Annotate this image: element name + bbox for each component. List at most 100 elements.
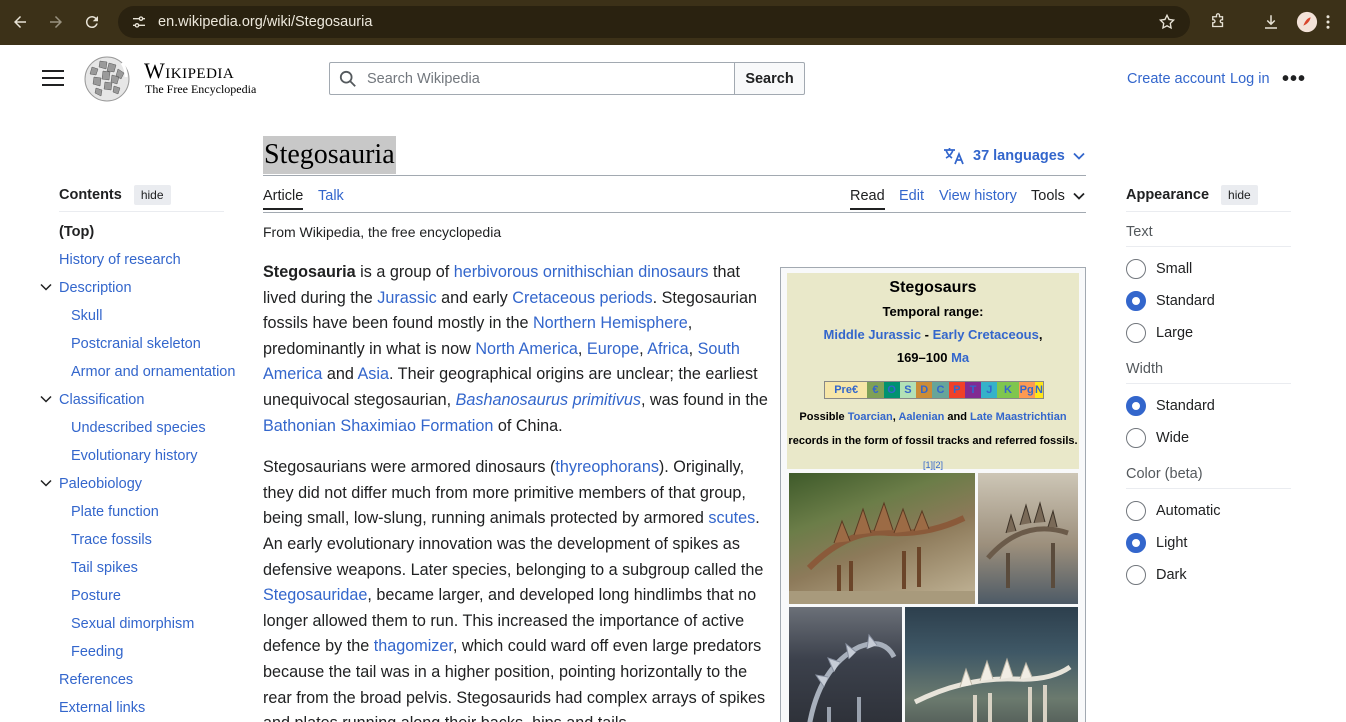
tab-read[interactable]: Read: [850, 188, 885, 210]
text-small-radio[interactable]: Small: [1126, 259, 1192, 279]
infobox-title: Stegosaurs: [889, 279, 977, 296]
toc-item-top[interactable]: (Top): [59, 224, 94, 240]
link-northern-hemisphere[interactable]: Northern Hemisphere: [533, 314, 688, 332]
address-bar[interactable]: en.wikipedia.org/wiki/Stegosauria: [118, 6, 1190, 38]
toc-item-history-of-research[interactable]: History of research: [59, 252, 181, 268]
link-early-cretaceous[interactable]: Early Cretaceous: [933, 327, 1039, 342]
toc-item-paleobiology[interactable]: Paleobiology: [59, 476, 142, 492]
create-account-link[interactable]: Create account: [1127, 71, 1225, 87]
color-automatic-radio[interactable]: Automatic: [1126, 501, 1220, 521]
toc-item-feeding[interactable]: Feeding: [71, 644, 123, 660]
link-north-america[interactable]: North America: [475, 340, 578, 358]
reference-links[interactable]: [1][2]: [923, 460, 943, 470]
timeline-devonian[interactable]: D: [916, 382, 933, 398]
tab-article[interactable]: Article: [263, 188, 304, 210]
link-late-maastrichtian[interactable]: Late Maastrichtian: [970, 411, 1067, 423]
log-in-link[interactable]: Log in: [1230, 71, 1270, 87]
link-thyreophorans[interactable]: thyreophorans: [555, 458, 659, 476]
chevron-down-icon[interactable]: [40, 281, 52, 293]
toc-hide-button[interactable]: hide: [133, 184, 171, 205]
timeline-carboniferous[interactable]: C: [932, 382, 949, 398]
fossil-skeleton-photo[interactable]: [789, 607, 902, 722]
link-scutes[interactable]: scutes: [708, 509, 755, 527]
toc-item-undescribed-species[interactable]: Undescribed species: [71, 420, 206, 436]
width-standard-radio[interactable]: Standard: [1126, 396, 1215, 416]
forward-icon[interactable]: [38, 4, 74, 40]
fossil-skeleton-photo[interactable]: [905, 607, 1078, 722]
link-jurassic[interactable]: Jurassic: [377, 289, 436, 307]
toc-item-armor-and-ornamentation[interactable]: Armor and ornamentation: [71, 364, 235, 380]
toc-item-references[interactable]: References: [59, 672, 133, 688]
extensions-icon[interactable]: [1202, 6, 1234, 38]
fossil-skeleton-photo[interactable]: [978, 473, 1078, 604]
link-ma[interactable]: Ma: [951, 350, 969, 365]
toc-item-evolutionary-history[interactable]: Evolutionary history: [71, 448, 198, 464]
timeline-silurian[interactable]: S: [899, 382, 917, 398]
text-standard-radio[interactable]: Standard: [1126, 291, 1215, 311]
tab-talk[interactable]: Talk: [318, 188, 344, 204]
main-menu-icon[interactable]: [42, 70, 64, 88]
title-divider: [263, 175, 1086, 176]
appearance-hide-button[interactable]: hide: [1221, 184, 1258, 205]
tab-view-history[interactable]: View history: [939, 188, 1017, 204]
link-middle-jurassic[interactable]: Middle Jurassic: [824, 327, 922, 342]
color-light-radio[interactable]: Light: [1126, 533, 1187, 553]
timeline-permian[interactable]: P: [948, 382, 965, 398]
browser-menu-icon[interactable]: [1318, 6, 1338, 38]
toc-item-skull[interactable]: Skull: [71, 308, 102, 324]
timeline-jurassic[interactable]: J: [981, 382, 998, 398]
toc-item-tail-spikes[interactable]: Tail spikes: [71, 560, 138, 576]
toc-item-external-links[interactable]: External links: [59, 700, 145, 716]
geologic-timeline[interactable]: Pre€ € O S D C P T J K Pg N: [824, 381, 1044, 399]
timeline-precambrian[interactable]: Pre€: [825, 382, 868, 398]
link-asia[interactable]: Asia: [357, 365, 389, 383]
link-bathonian[interactable]: Bathonian: [263, 417, 336, 435]
toc-item-classification[interactable]: Classification: [59, 392, 144, 408]
timeline-paleogene[interactable]: Pg: [1018, 382, 1035, 398]
link-europe[interactable]: Europe: [587, 340, 639, 358]
fossil-skeleton-photo[interactable]: [789, 473, 975, 604]
timeline-ordovician[interactable]: O: [883, 382, 900, 398]
toc-item-sexual-dimorphism[interactable]: Sexual dimorphism: [71, 616, 194, 632]
language-button[interactable]: 37 languages: [943, 146, 1093, 166]
wikipedia-wordmark[interactable]: Wikipedia: [144, 58, 234, 84]
timeline-cretaceous[interactable]: K: [997, 382, 1019, 398]
search-field[interactable]: [329, 62, 735, 95]
tab-edit[interactable]: Edit: [899, 188, 924, 204]
toc-item-trace-fossils[interactable]: Trace fossils: [71, 532, 152, 548]
link-cretaceous[interactable]: Cretaceous periods: [512, 289, 652, 307]
link-aalenian[interactable]: Aalenian: [898, 411, 944, 423]
link-africa[interactable]: Africa: [647, 340, 688, 358]
search-input[interactable]: [367, 70, 717, 87]
link-ornithischian[interactable]: ornithischian: [543, 263, 634, 281]
link-toarcian[interactable]: Toarcian: [848, 411, 893, 423]
link-shaximiao-formation[interactable]: Shaximiao Formation: [340, 417, 493, 435]
link-thagomizer[interactable]: thagomizer: [374, 637, 453, 655]
chevron-down-icon[interactable]: [40, 393, 52, 405]
toc-item-description[interactable]: Description: [59, 280, 132, 296]
color-dark-radio[interactable]: Dark: [1126, 565, 1187, 585]
bookmark-star-icon[interactable]: [1158, 13, 1176, 36]
link-dinosaurs[interactable]: dinosaurs: [638, 263, 708, 281]
wikipedia-globe-logo[interactable]: [82, 55, 132, 103]
toc-title: Contents: [59, 186, 122, 203]
reload-icon[interactable]: [74, 4, 110, 40]
link-stegosauridae[interactable]: Stegosauridae: [263, 586, 367, 604]
timeline-cambrian[interactable]: €: [867, 382, 884, 398]
tools-dropdown[interactable]: Tools: [1031, 188, 1085, 204]
site-info-icon[interactable]: [130, 13, 148, 31]
text-large-radio[interactable]: Large: [1126, 323, 1193, 343]
chevron-down-icon[interactable]: [40, 477, 52, 489]
back-icon[interactable]: [2, 4, 38, 40]
download-icon[interactable]: [1255, 6, 1287, 38]
user-menu-icon[interactable]: •••: [1282, 69, 1306, 89]
search-button[interactable]: Search: [734, 62, 805, 95]
toc-item-posture[interactable]: Posture: [71, 588, 121, 604]
link-bashanosaurus[interactable]: Bashanosaurus primitivus: [456, 391, 641, 409]
timeline-neogene[interactable]: N: [1034, 382, 1043, 398]
width-wide-radio[interactable]: Wide: [1126, 428, 1189, 448]
link-herbivorous[interactable]: herbivorous: [454, 263, 539, 281]
toc-item-plate-function[interactable]: Plate function: [71, 504, 159, 520]
toc-item-postcranial-skeleton[interactable]: Postcranial skeleton: [71, 336, 201, 352]
timeline-triassic[interactable]: T: [964, 382, 982, 398]
